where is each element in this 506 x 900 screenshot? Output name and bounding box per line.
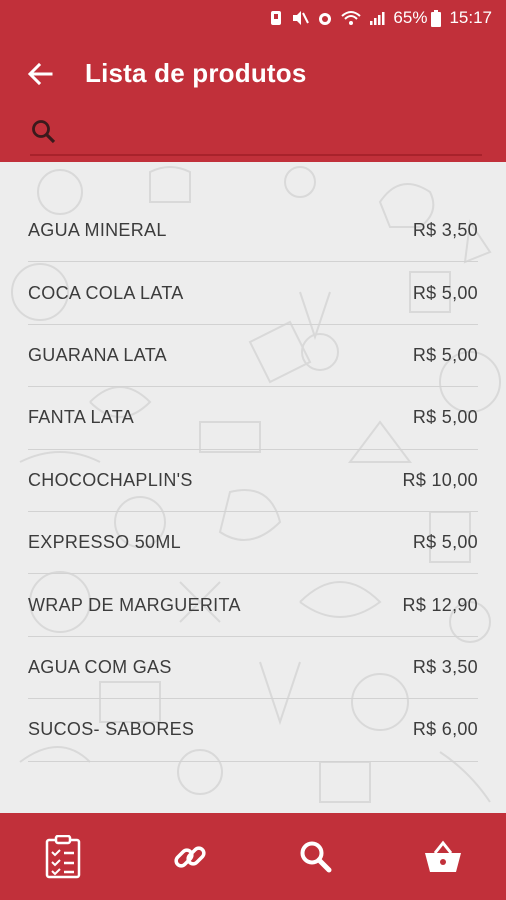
list-item[interactable]: COCA COLA LATA R$ 5,00 [28, 262, 478, 325]
list-item[interactable]: CHOCOCHAPLIN'S R$ 10,00 [28, 450, 478, 512]
product-name: GUARANA LATA [28, 344, 167, 365]
signal-icon [369, 10, 385, 26]
clipboard-list-icon [46, 834, 81, 878]
back-button[interactable] [22, 56, 58, 92]
product-price: R$ 6,00 [412, 719, 478, 740]
product-price: R$ 5,00 [412, 344, 478, 365]
mute-icon [291, 10, 310, 26]
product-name: FANTA LATA [28, 407, 135, 428]
product-name: COCA COLA LATA [28, 282, 184, 303]
wifi-icon [341, 10, 362, 26]
product-price: R$ 5,00 [412, 407, 478, 428]
product-name: SUCOS- SABORES [28, 719, 195, 740]
list-item[interactable]: SUCOS- SABORES R$ 6,00 [28, 699, 478, 762]
search-bar [30, 114, 484, 156]
nav-link-button[interactable] [127, 813, 254, 900]
notification-icon [269, 10, 283, 26]
search-icon [30, 118, 58, 151]
product-name: CHOCOCHAPLIN'S [28, 469, 193, 490]
alarm-icon [317, 10, 333, 26]
page-title: Lista de produtos [85, 58, 307, 88]
nav-basket-button[interactable] [380, 813, 506, 900]
search-input[interactable] [70, 116, 484, 152]
bottom-navigation [0, 813, 506, 900]
product-price: R$ 10,00 [402, 469, 478, 490]
product-price: R$ 3,50 [412, 220, 478, 241]
product-name: WRAP DE MARGUERITA [28, 594, 241, 615]
product-list: AGUA MINERAL R$ 3,50 COCA COLA LATA R$ 5… [28, 200, 478, 762]
list-item[interactable]: GUARANA LATA R$ 5,00 [28, 325, 478, 388]
product-price: R$ 5,00 [412, 282, 478, 303]
clock: 15:17 [449, 8, 492, 27]
nav-search-button[interactable] [253, 813, 380, 900]
product-price: R$ 12,90 [402, 594, 478, 615]
nav-orders-button[interactable] [0, 813, 127, 900]
arrow-left-icon [27, 62, 53, 86]
search-icon [300, 841, 332, 872]
status-bar: 65% 15:17 [0, 0, 506, 36]
list-item[interactable]: EXPRESSO 50ML R$ 5,00 [28, 512, 478, 575]
battery-icon [431, 9, 442, 27]
list-item[interactable]: WRAP DE MARGUERITA R$ 12,90 [28, 574, 478, 637]
product-price: R$ 5,00 [412, 532, 478, 553]
product-price: R$ 3,50 [412, 656, 478, 677]
product-name: AGUA MINERAL [28, 220, 167, 241]
product-name: EXPRESSO 50ML [28, 532, 181, 553]
link-icon [174, 845, 206, 868]
search-underline [30, 154, 482, 156]
list-item[interactable]: AGUA MINERAL R$ 3,50 [28, 200, 478, 263]
battery-percent: 65% [393, 8, 428, 27]
list-item[interactable]: AGUA COM GAS R$ 3,50 [28, 637, 478, 700]
basket-icon [424, 840, 461, 872]
product-list-area: AGUA MINERAL R$ 3,50 COCA COLA LATA R$ 5… [0, 162, 506, 813]
product-name: AGUA COM GAS [28, 656, 172, 677]
list-item[interactable]: FANTA LATA R$ 5,00 [28, 387, 478, 450]
app-bar: Lista de produtos [0, 36, 506, 162]
